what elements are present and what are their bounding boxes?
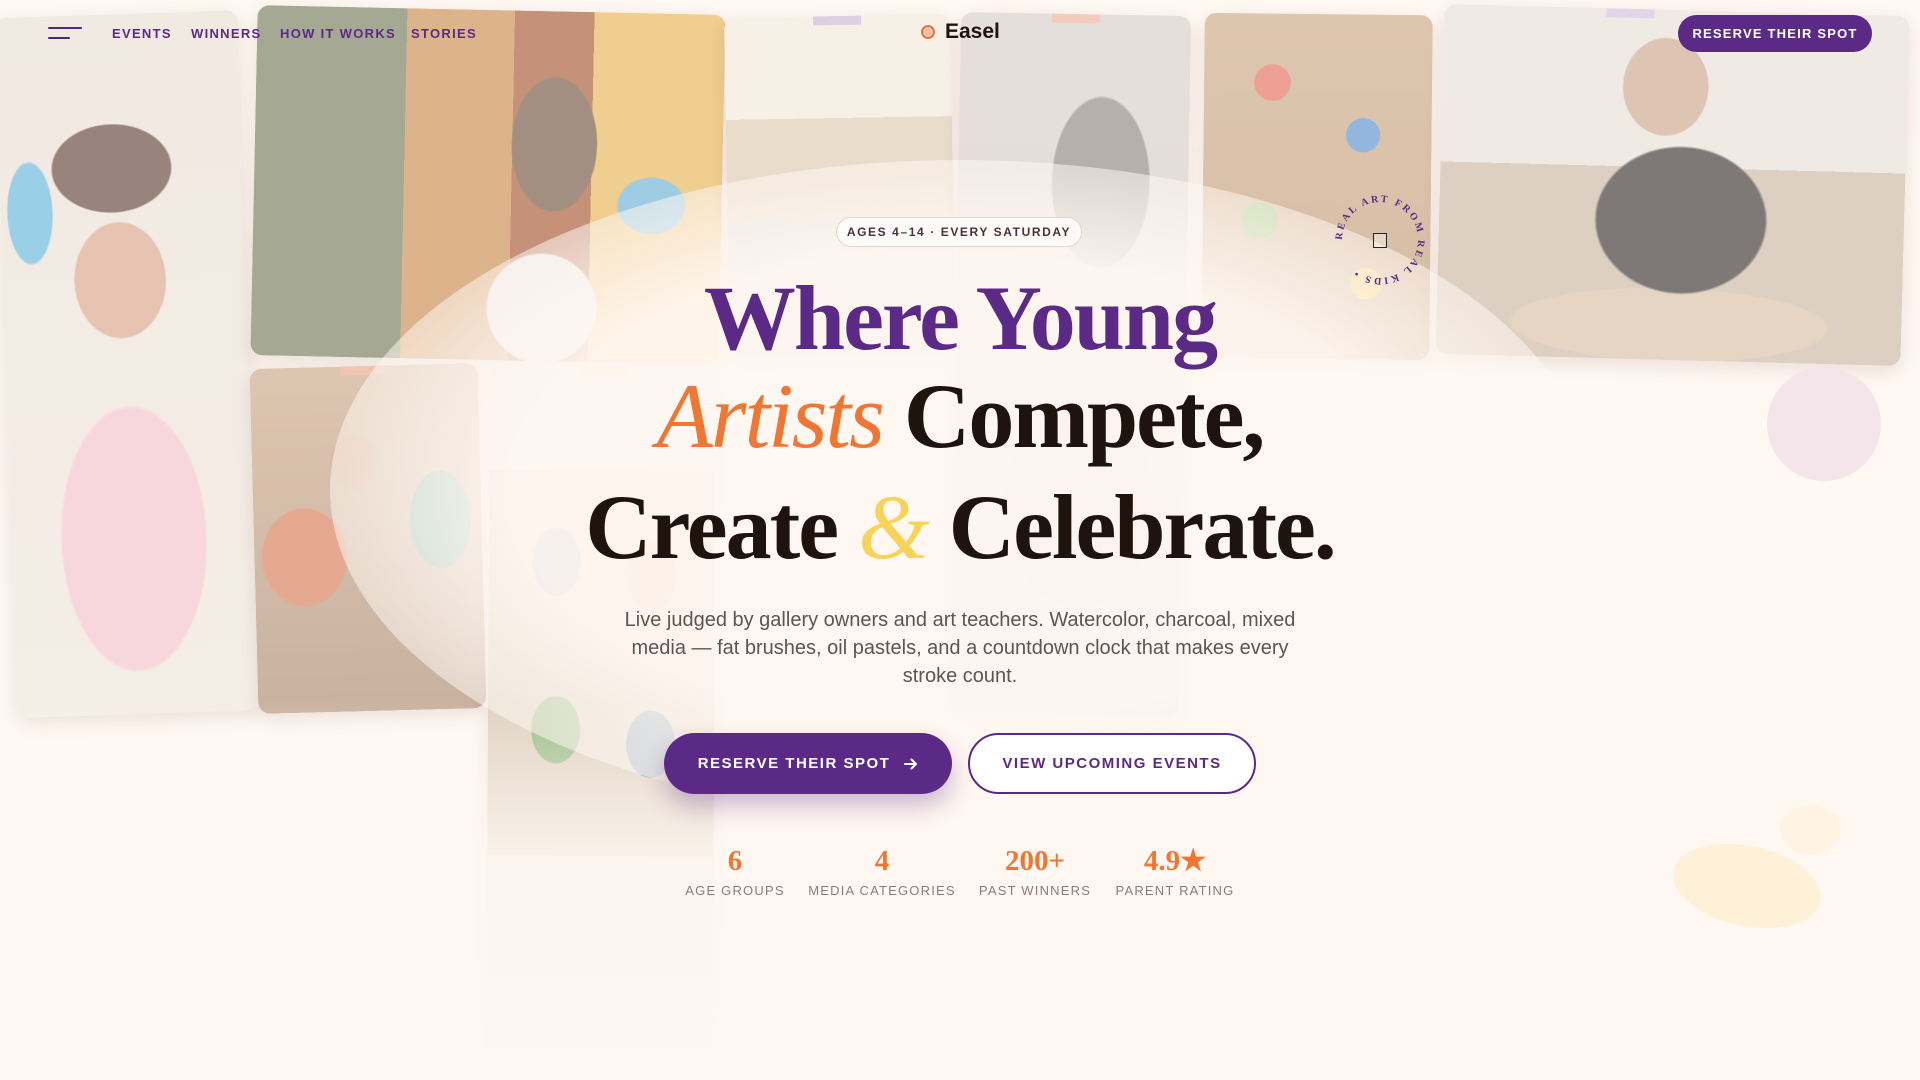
decor-blob-cream: [1780, 805, 1840, 855]
arrow-right-icon: [904, 758, 918, 769]
headline-line-1: Where Young: [0, 268, 1920, 368]
brand-name: Easel: [945, 20, 1000, 43]
reserve-spot-button[interactable]: RESERVE THEIR SPOT: [664, 733, 952, 794]
headline-ampersand: &: [858, 476, 930, 578]
stat-media-categories: 4 MEDIA CATEGORIES: [808, 845, 956, 898]
badge-center-square: [1373, 233, 1387, 248]
reserve-spot-label: RESERVE THEIR SPOT: [697, 755, 891, 772]
bottom-fade: [0, 700, 1920, 1080]
headline-compete: Compete,: [882, 365, 1266, 467]
nav-link-events[interactable]: EVENTS: [112, 26, 172, 41]
view-events-button[interactable]: VIEW UPCOMING EVENTS: [968, 733, 1256, 794]
hamburger-menu-icon[interactable]: [48, 27, 82, 41]
nav-link-how-it-works[interactable]: HOW IT WORKS: [280, 26, 396, 41]
stat-parent-rating: 4.9★ PARENT RATING: [1115, 845, 1235, 898]
stat-past-winners: 200+ PAST WINNERS: [978, 845, 1092, 898]
headline-celebrate: Celebrate.: [927, 476, 1337, 578]
stat-value: 4.9★: [1143, 845, 1207, 877]
stat-label: PAST WINNERS: [978, 883, 1092, 898]
stat-label: PARENT RATING: [1115, 883, 1235, 898]
stat-age-groups: 6 AGE GROUPS: [685, 845, 785, 898]
stat-label: AGE GROUPS: [685, 883, 785, 898]
headline-where-young: Where Young: [703, 267, 1218, 369]
stat-value: 6: [727, 845, 743, 877]
palette-logo-icon: [921, 25, 935, 39]
headline-line-2: Artists Compete,: [0, 366, 1920, 466]
headline-create: Create: [585, 476, 859, 578]
nav-reserve-button[interactable]: RESERVE THEIR SPOT: [1678, 15, 1872, 52]
stat-value: 200+: [1004, 845, 1066, 877]
stat-value: 4: [874, 845, 890, 877]
hero-subtitle: Live judged by gallery owners and art te…: [624, 609, 1296, 687]
brand-logo-link[interactable]: Easel: [921, 20, 1000, 44]
nav-link-stories[interactable]: STORIES: [411, 26, 477, 41]
headline-artists: Artists: [656, 365, 885, 467]
headline-line-3: Create & Celebrate.: [0, 477, 1920, 577]
age-schedule-pill: AGES 4–14 · EVERY SATURDAY: [836, 217, 1082, 247]
stat-label: MEDIA CATEGORIES: [808, 883, 956, 898]
nav-link-winners[interactable]: WINNERS: [191, 26, 262, 41]
